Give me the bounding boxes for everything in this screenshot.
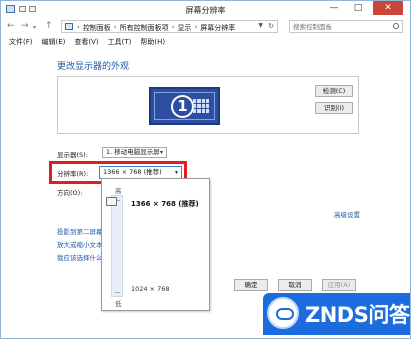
address-bar-row: ← → ▾ ↑ › 控制面板 › 所有控制面板项 › 显示 › 屏幕分辨率 ▼ … bbox=[1, 18, 410, 35]
address-field[interactable]: › 控制面板 › 所有控制面板项 › 显示 › 屏幕分辨率 ▼ ↻ bbox=[61, 20, 278, 33]
breadcrumb-all-items[interactable]: 所有控制面板项 bbox=[120, 23, 169, 33]
advanced-settings-link[interactable]: 高级设置 bbox=[334, 209, 360, 219]
which-settings-link[interactable]: 我应该选择什么 bbox=[57, 252, 103, 265]
detect-button[interactable]: 检测(C) bbox=[315, 85, 353, 97]
text-size-link[interactable]: 放大或缩小文本 bbox=[57, 239, 103, 252]
monitor-icon[interactable]: 1 bbox=[149, 87, 220, 125]
breadcrumb-separator: › bbox=[77, 23, 80, 31]
cancel-button[interactable]: 取消 bbox=[278, 279, 312, 291]
search-field[interactable] bbox=[289, 20, 403, 33]
display-preview: 1 bbox=[57, 76, 359, 134]
orientation-label: 方向(O): bbox=[57, 189, 83, 197]
menu-file[interactable]: 文件(F) bbox=[9, 36, 33, 48]
refresh-icon[interactable]: ↻ bbox=[268, 22, 274, 30]
title-bar: 屏幕分辨率 — □ ✕ bbox=[1, 1, 410, 18]
slider-high-label: 高 bbox=[115, 187, 122, 195]
breadcrumb-separator: › bbox=[171, 23, 175, 31]
resolution-label: 分辨率(R): bbox=[57, 170, 89, 178]
menu-view[interactable]: 查看(V) bbox=[74, 36, 98, 48]
slider-low-label: 低 bbox=[115, 300, 122, 308]
breadcrumb-control-panel[interactable]: 控制面板 bbox=[83, 23, 111, 33]
resolution-slider-track[interactable] bbox=[111, 195, 123, 297]
chat-bubble-icon bbox=[267, 297, 299, 329]
search-icon[interactable] bbox=[393, 23, 399, 29]
breadcrumb-display[interactable]: 显示 bbox=[177, 23, 191, 33]
breadcrumb-separator: › bbox=[113, 23, 117, 31]
display-label: 显示器(S): bbox=[57, 151, 88, 159]
resolution-dropdown: 高 1366 × 768 (推荐) 1024 × 768 低 bbox=[101, 178, 210, 311]
display-select[interactable]: 1. 移动电脑显示屏 ▾ bbox=[102, 147, 167, 158]
help-links: 投影到第二屏幕 放大或缩小文本 我应该选择什么 bbox=[57, 226, 103, 265]
forward-arrow-icon[interactable]: → bbox=[21, 21, 29, 31]
breadcrumb-separator: › bbox=[194, 23, 198, 31]
resolution-select-value: 1366 × 768 (推荐) bbox=[103, 168, 162, 176]
display-select-value: 1. 移动电脑显示屏 bbox=[106, 148, 160, 156]
menu-edit[interactable]: 编辑(E) bbox=[42, 36, 66, 48]
address-dropdown-icon[interactable]: ▼ bbox=[258, 22, 263, 29]
chevron-down-icon: ▾ bbox=[174, 169, 178, 176]
menu-bar: 文件(F) 编辑(E) 查看(V) 工具(T) 帮助(H) bbox=[1, 36, 410, 48]
start-tiles-icon bbox=[193, 99, 209, 113]
up-arrow-icon[interactable]: ↑ bbox=[45, 21, 53, 31]
identify-button[interactable]: 识别(I) bbox=[315, 102, 353, 114]
chevron-down-icon: ▾ bbox=[159, 149, 163, 156]
control-panel-icon bbox=[65, 23, 73, 30]
breadcrumb: › 控制面板 › 所有控制面板项 › 显示 › 屏幕分辨率 bbox=[77, 23, 235, 33]
resolution-option-max[interactable]: 1366 × 768 (推荐) bbox=[131, 199, 199, 209]
watermark: ZNDS问答 bbox=[263, 293, 410, 335]
minimize-button[interactable]: — bbox=[323, 1, 345, 15]
page-title: 更改显示器的外观 bbox=[57, 62, 130, 72]
screen-resolution-window: 屏幕分辨率 — □ ✕ ← → ▾ ↑ › 控制面板 › 所有控制面板项 › 显… bbox=[0, 0, 411, 339]
close-button[interactable]: ✕ bbox=[373, 1, 403, 15]
maximize-button[interactable]: □ bbox=[347, 1, 369, 15]
watermark-text: ZNDS问答 bbox=[305, 303, 410, 327]
history-dropdown-icon[interactable]: ▾ bbox=[33, 23, 36, 33]
project-second-screen-link[interactable]: 投影到第二屏幕 bbox=[57, 226, 103, 239]
resolution-slider-thumb[interactable] bbox=[106, 197, 117, 206]
menu-tools[interactable]: 工具(T) bbox=[108, 36, 132, 48]
menu-help[interactable]: 帮助(H) bbox=[140, 36, 165, 48]
breadcrumb-screen-resolution[interactable]: 屏幕分辨率 bbox=[200, 23, 235, 33]
apply-button[interactable]: 应用(A) bbox=[322, 279, 356, 291]
resolution-option-min[interactable]: 1024 × 768 bbox=[131, 285, 170, 293]
ok-button[interactable]: 确定 bbox=[234, 279, 268, 291]
search-input[interactable] bbox=[293, 22, 389, 31]
back-arrow-icon[interactable]: ← bbox=[7, 21, 15, 31]
monitor-number: 1 bbox=[171, 95, 194, 118]
